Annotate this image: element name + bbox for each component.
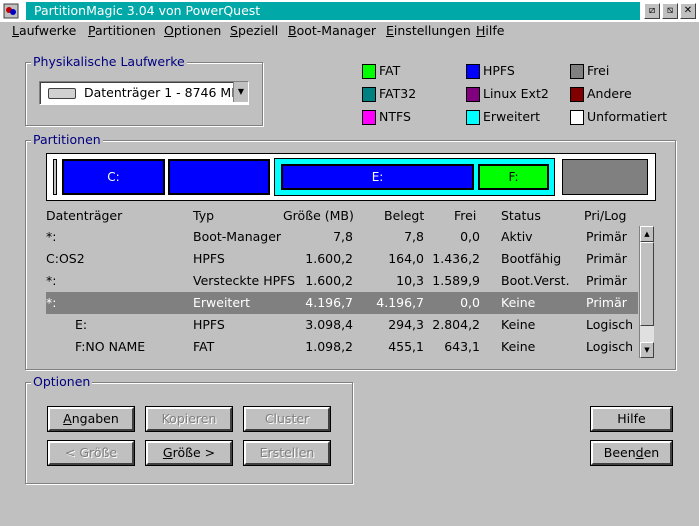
- scrollbar-thumb[interactable]: [640, 242, 654, 326]
- menu-optionen[interactable]: Optionen: [164, 23, 221, 39]
- col-header-datentraeger[interactable]: Datenträger: [46, 208, 122, 223]
- menu-laufwerke[interactable]: Laufwerke: [12, 23, 76, 39]
- scroll-up-icon[interactable]: ▲: [640, 226, 654, 242]
- swatch-andere: [570, 87, 584, 102]
- swatch-fat: [362, 64, 376, 79]
- map-extended-segment[interactable]: E: F:: [274, 158, 555, 196]
- swatch-ntfs: [362, 110, 376, 125]
- map-e-label: E:: [371, 170, 384, 184]
- map-c-segment[interactable]: C:: [62, 159, 165, 195]
- col-header-status[interactable]: Status: [501, 208, 541, 223]
- swatch-linux-ext2: [466, 87, 480, 102]
- menu-bar: Laufwerke Partitionen Optionen Speziell …: [0, 22, 699, 40]
- col-header-groesse[interactable]: Größe (MB): [283, 208, 354, 223]
- map-f-label: F:: [508, 170, 519, 184]
- swatch-unformatiert: [570, 110, 584, 125]
- maximize-icon[interactable]: ⧅: [662, 3, 678, 19]
- drive-select-value: Datenträger 1 - 8746 MB: [84, 85, 236, 100]
- physical-drives-label: Physikalische Laufwerke: [31, 54, 187, 69]
- menu-einstellungen[interactable]: Einstellungen: [386, 23, 471, 39]
- partition-row[interactable]: F:NO NAME FAT 1.098,2 455,1 643,1 Keine …: [46, 336, 638, 358]
- title-bar: PartitionMagic 3.04 von PowerQuest ⧄ ⧅ ✕: [0, 0, 699, 23]
- close-icon[interactable]: ✕: [680, 3, 696, 19]
- col-header-frei[interactable]: Frei: [454, 208, 476, 223]
- drive-select[interactable]: Datenträger 1 - 8746 MB ▼: [39, 81, 249, 105]
- minimize-icon[interactable]: ⧄: [644, 3, 660, 19]
- cluster-button: Cluster: [244, 407, 330, 431]
- swatch-fat32: [362, 87, 376, 102]
- shrink-size-button: < Größe: [48, 441, 134, 465]
- beenden-button[interactable]: Beenden: [591, 441, 672, 465]
- map-free-segment[interactable]: [562, 159, 648, 195]
- swatch-frei: [570, 64, 584, 79]
- options-label: Optionen: [31, 374, 93, 389]
- hard-drive-icon: [48, 88, 76, 99]
- options-group: [25, 382, 353, 484]
- menu-hilfe[interactable]: Hilfe: [476, 23, 504, 39]
- partition-row[interactable]: *: Boot-Manager 7,8 7,8 0,0 Aktiv Primär: [46, 226, 638, 248]
- map-hidden-hpfs-segment[interactable]: [168, 159, 270, 195]
- menu-speziell[interactable]: Speziell: [230, 23, 278, 39]
- map-boot-manager-segment[interactable]: [53, 159, 57, 195]
- partition-list-scrollbar[interactable]: ▲ ▼: [639, 226, 654, 358]
- menu-partitionen[interactable]: Partitionen: [88, 23, 156, 39]
- menu-boot-manager[interactable]: Boot-Manager: [288, 23, 376, 39]
- col-header-prilog[interactable]: Pri/Log: [584, 208, 626, 223]
- window-title: PartitionMagic 3.04 von PowerQuest: [34, 3, 261, 18]
- partitions-label: Partitionen: [31, 132, 103, 147]
- col-header-belegt[interactable]: Belegt: [384, 208, 424, 223]
- swatch-hpfs: [466, 64, 480, 79]
- grow-size-button[interactable]: Größe >: [146, 441, 232, 465]
- map-c-label: C:: [107, 170, 120, 184]
- map-e-segment[interactable]: E:: [281, 164, 474, 190]
- hilfe-button[interactable]: Hilfe: [591, 407, 672, 431]
- scroll-down-icon[interactable]: ▼: [640, 342, 654, 358]
- erstellen-button: Erstellen: [244, 441, 330, 465]
- partitionmagic-app-icon[interactable]: [3, 3, 19, 19]
- partition-list: *: Boot-Manager 7,8 7,8 0,0 Aktiv Primär…: [46, 226, 654, 358]
- kopieren-button: Kopieren: [146, 407, 232, 431]
- partition-row-selected[interactable]: *: Erweitert 4.196,7 4.196,7 0,0 Keine P…: [46, 292, 638, 314]
- partition-row[interactable]: E: HPFS 3.098,4 294,3 2.804,2 Keine Logi…: [46, 314, 638, 336]
- map-f-segment[interactable]: F:: [478, 164, 549, 190]
- partition-row[interactable]: *: Versteckte HPFS 1.600,2 10,3 1.589,9 …: [46, 270, 638, 292]
- swatch-erweitert: [466, 110, 480, 125]
- col-header-typ[interactable]: Typ: [193, 208, 214, 223]
- partition-map: C: E: F:: [46, 153, 656, 201]
- angaben-button[interactable]: Angaben: [48, 407, 134, 431]
- partition-row[interactable]: C:OS2 HPFS 1.600,2 164,0 1.436,2 Bootfäh…: [46, 248, 638, 270]
- dropdown-arrow-icon[interactable]: ▼: [233, 82, 248, 102]
